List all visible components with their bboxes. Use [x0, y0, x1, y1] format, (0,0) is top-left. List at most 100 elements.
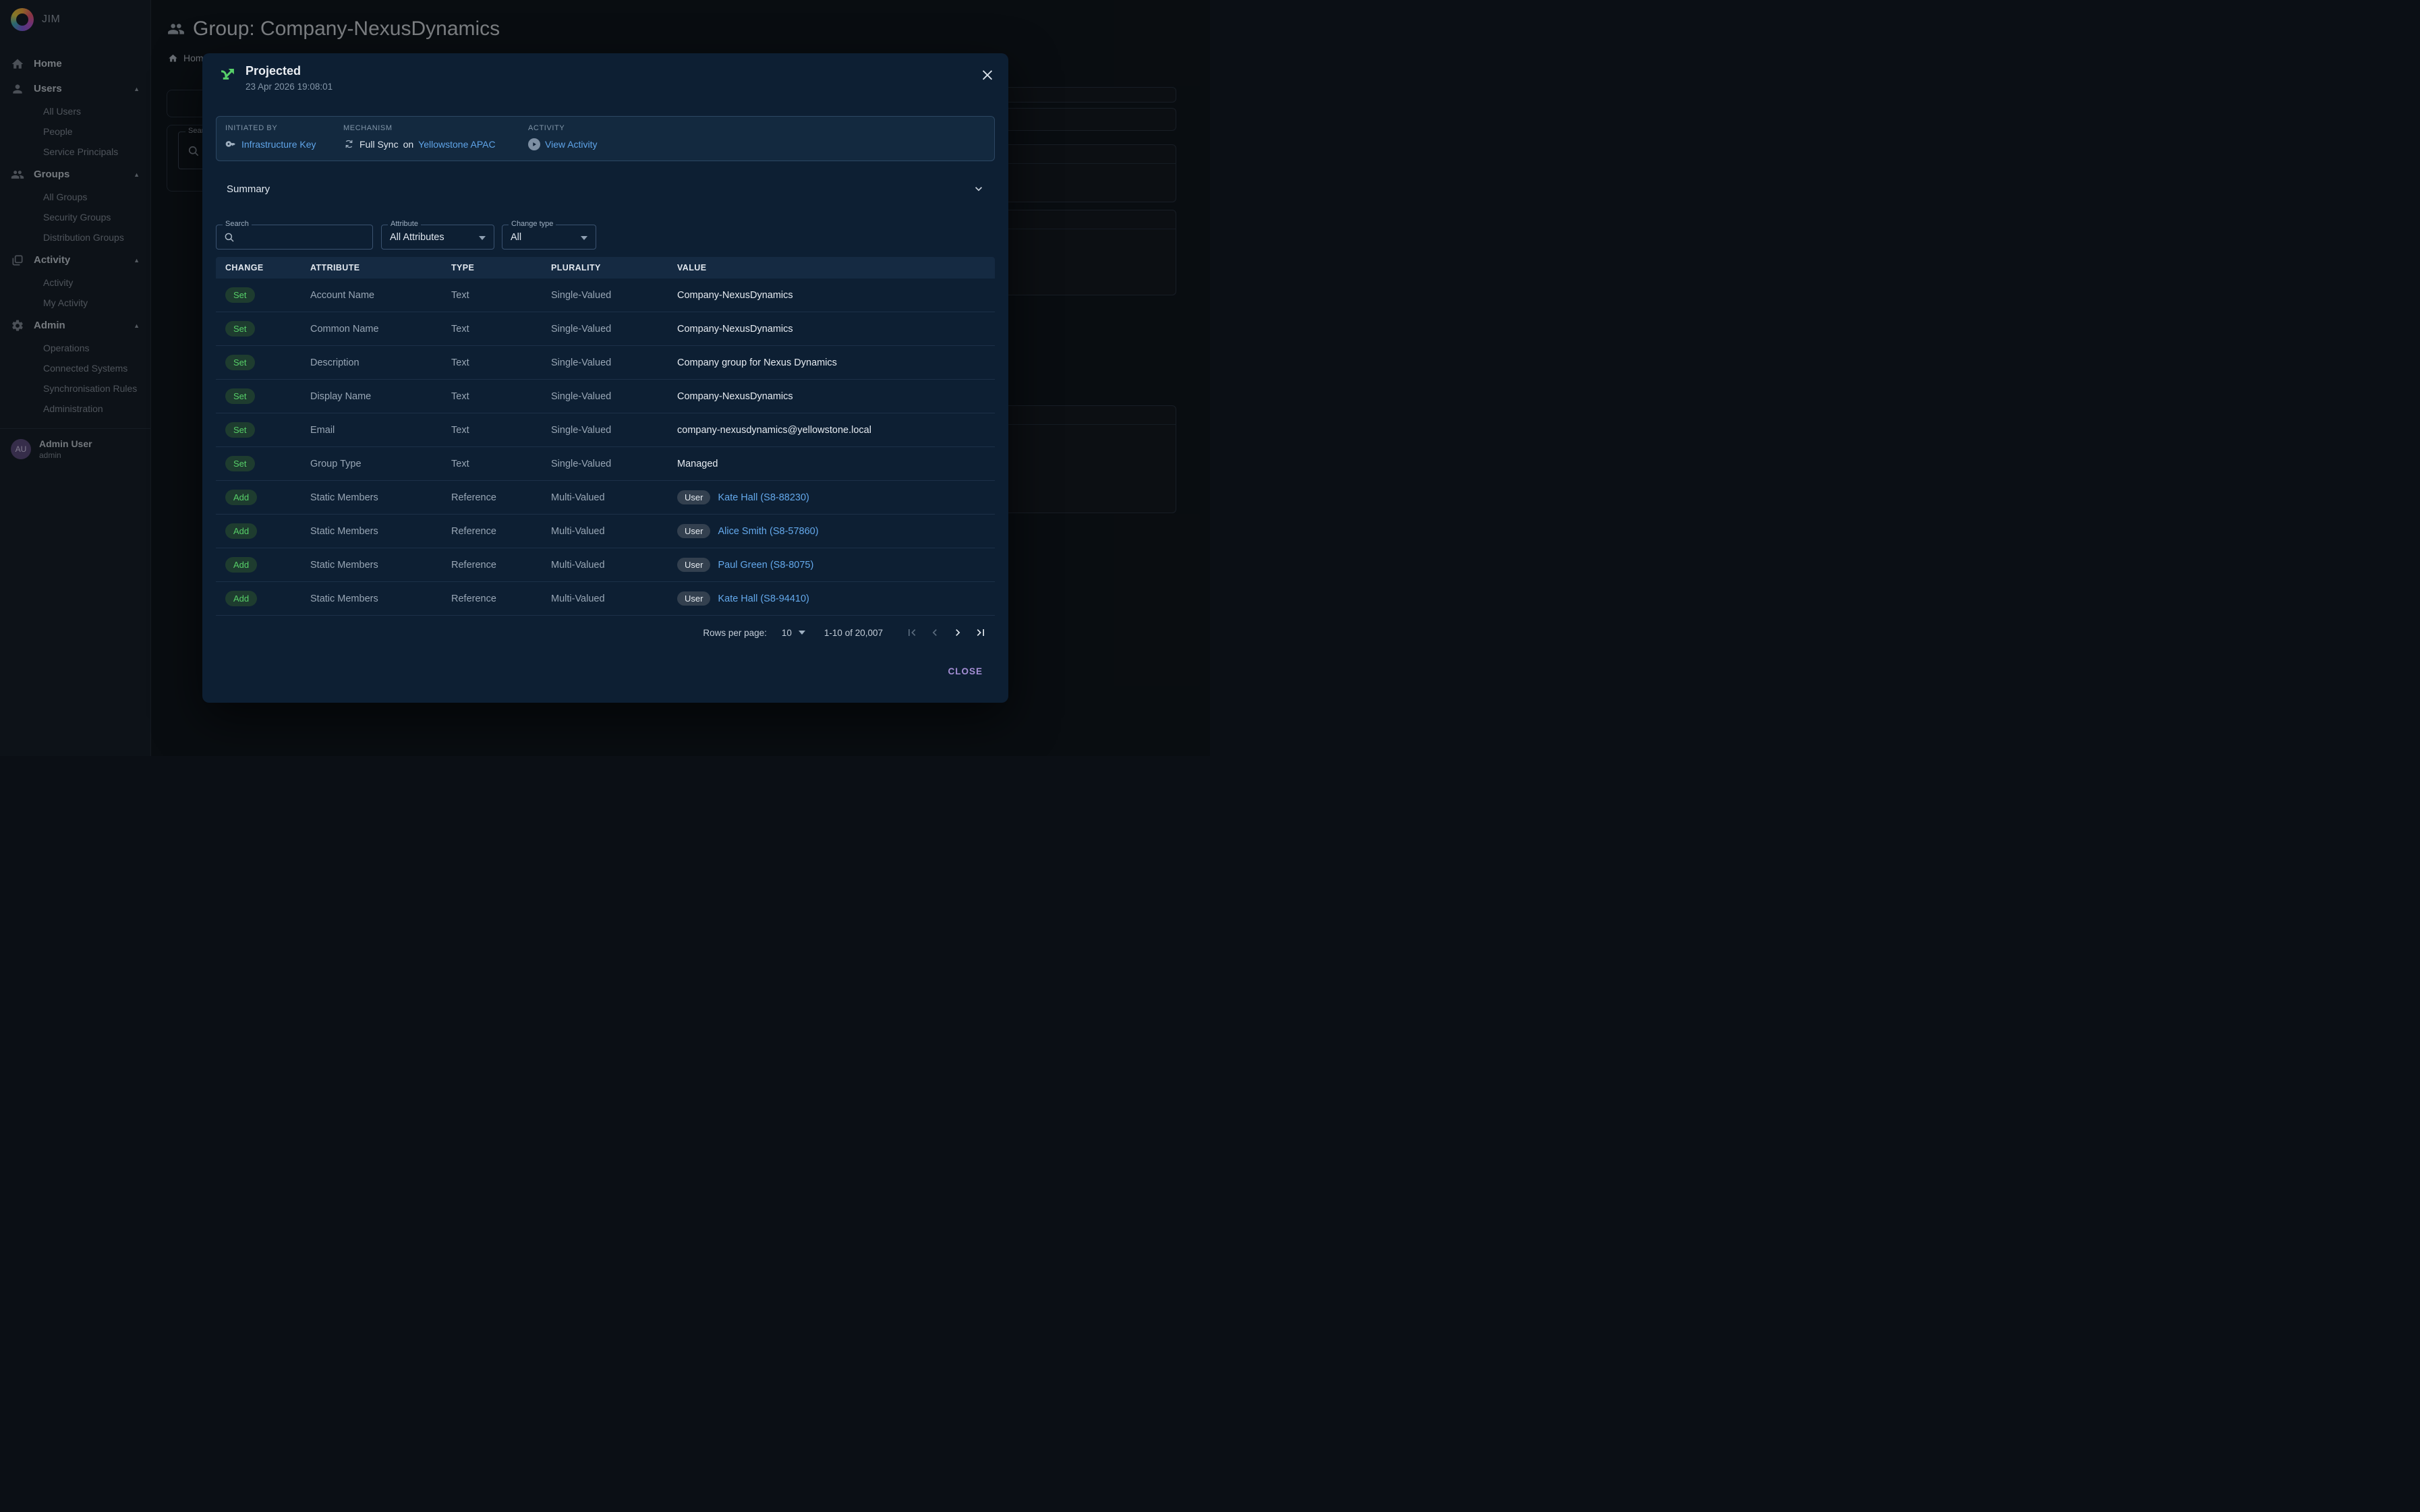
chevron-down-icon: [972, 182, 985, 196]
value-text: company-nexusdynamics@yellowstone.local: [677, 425, 871, 436]
search-input[interactable]: [241, 228, 368, 246]
close-icon[interactable]: [980, 67, 995, 82]
cell-type: Text: [451, 459, 551, 469]
key-icon: [225, 138, 237, 150]
cell-attribute: Static Members: [310, 492, 451, 503]
sync-icon: [343, 138, 355, 150]
next-page-button[interactable]: [946, 621, 969, 644]
screen: JIM Home Users ▲ All Users People Servic…: [0, 0, 1210, 756]
value-link[interactable]: Alice Smith (S8-57860): [718, 526, 818, 537]
table-row: Add Static Members Reference Multi-Value…: [216, 481, 995, 515]
cell-plurality: Multi-Valued: [551, 560, 677, 571]
change-type-select[interactable]: Change type All: [502, 225, 596, 250]
value-text: Company-NexusDynamics: [677, 290, 793, 301]
close-button[interactable]: CLOSE: [942, 662, 988, 680]
change-table: CHANGE ATTRIBUTE TYPE PLURALITY VALUE Se…: [216, 257, 995, 616]
table-row: Add Static Members Reference Multi-Value…: [216, 582, 995, 616]
change-table-body: Set Account Name Text Single-Valued Comp…: [216, 279, 995, 616]
cell-type: Reference: [451, 492, 551, 503]
cell-plurality: Single-Valued: [551, 459, 677, 469]
cell-value: UserKate Hall (S8-88230): [677, 490, 995, 504]
cell-attribute: Group Type: [310, 459, 451, 469]
change-badge: Add: [225, 490, 257, 505]
dropdown-caret-icon: [799, 631, 805, 635]
mechanism-connector: on: [403, 139, 414, 150]
value-text: Company-NexusDynamics: [677, 324, 793, 335]
cell-attribute: Static Members: [310, 593, 451, 604]
cell-type: Reference: [451, 560, 551, 571]
cell-value: User Paul Green (S8-8075): [677, 558, 995, 572]
cell-attribute: Account Name: [310, 290, 451, 301]
play-icon: [528, 138, 540, 150]
cell-plurality: Single-Valued: [551, 324, 677, 335]
branch-projected-icon: [219, 65, 237, 84]
mechanism-value: Full Sync: [359, 139, 399, 150]
rows-per-page-select[interactable]: 10: [782, 628, 805, 638]
first-page-button[interactable]: [900, 621, 923, 644]
summary-label: Summary: [227, 183, 270, 195]
user-chip: User: [677, 558, 710, 572]
summary-accordion[interactable]: Summary: [216, 179, 995, 199]
cell-attribute: Description: [310, 357, 451, 368]
attribute-select-value: All Attributes: [382, 232, 444, 243]
table-row: Set Account Name Text Single-Valued Comp…: [216, 279, 995, 312]
cell-type: Text: [451, 324, 551, 335]
cell-type: Text: [451, 290, 551, 301]
user-chip: User: [677, 591, 710, 606]
table-row: Set Common Name Text Single-Valued Compa…: [216, 312, 995, 346]
table-row: Add Static Members Reference Multi-Value…: [216, 548, 995, 582]
cell-attribute: Static Members: [310, 526, 451, 537]
activity-label: ACTIVITY: [528, 124, 598, 132]
projected-change-dialog: Projected 23 Apr 2026 19:08:01 INITIATED…: [202, 53, 1008, 703]
initiated-by-link[interactable]: Infrastructure Key: [241, 139, 316, 150]
cell-plurality: Single-Valued: [551, 391, 677, 402]
cell-value: company-nexusdynamics@yellowstone.local: [677, 425, 995, 436]
value-text: Company group for Nexus Dynamics: [677, 357, 837, 368]
table-row: Add Static Members Reference Multi-Value…: [216, 515, 995, 548]
initiation-info-panel: INITIATED BY Infrastructure Key MECHANIS…: [216, 116, 995, 161]
change-badge: Set: [225, 388, 255, 404]
value-text: Company-NexusDynamics: [677, 391, 793, 402]
change-table-header: CHANGE ATTRIBUTE TYPE PLURALITY VALUE: [216, 257, 995, 279]
view-activity-link[interactable]: View Activity: [545, 139, 598, 150]
cell-value: User Alice Smith (S8-57860): [677, 524, 995, 538]
cell-type: Reference: [451, 593, 551, 604]
cell-plurality: Single-Valued: [551, 357, 677, 368]
dropdown-caret-icon: [479, 236, 486, 240]
change-badge: Add: [225, 557, 257, 573]
cell-plurality: Single-Valued: [551, 290, 677, 301]
change-badge: Set: [225, 321, 255, 337]
table-row: Set Email Text Single-Valued company-nex…: [216, 413, 995, 447]
cell-type: Text: [451, 391, 551, 402]
search-icon: [223, 231, 235, 243]
cell-value: Company-NexusDynamics: [677, 391, 995, 402]
dialog-title: Projected: [246, 64, 301, 78]
attribute-select[interactable]: Attribute All Attributes: [381, 225, 494, 250]
user-chip: User: [677, 524, 710, 538]
pagination-bar: Rows per page: 10 1-10 of 20,007: [703, 620, 992, 645]
value-link[interactable]: Kate Hall (S8-94410): [718, 593, 809, 604]
dialog-timestamp: 23 Apr 2026 19:08:01: [246, 82, 333, 92]
cell-plurality: Multi-Valued: [551, 526, 677, 537]
change-badge: Add: [225, 591, 257, 606]
cell-value: Managed: [677, 459, 995, 469]
cell-type: Text: [451, 357, 551, 368]
cell-type: Text: [451, 425, 551, 436]
value-link[interactable]: Kate Hall (S8-88230): [718, 492, 809, 503]
cell-attribute: Display Name: [310, 391, 451, 402]
table-search-field[interactable]: Search: [216, 225, 373, 250]
dropdown-caret-icon: [581, 236, 587, 240]
change-badge: Set: [225, 287, 255, 303]
cell-plurality: Multi-Valued: [551, 492, 677, 503]
change-badge: Set: [225, 456, 255, 471]
value-link[interactable]: Paul Green (S8-8075): [718, 560, 813, 571]
change-badge: Set: [225, 422, 255, 438]
mechanism-target-link[interactable]: Yellowstone APAC: [418, 139, 495, 150]
rows-per-page-label: Rows per page:: [703, 628, 767, 638]
last-page-button[interactable]: [969, 621, 992, 644]
table-row: Set Display Name Text Single-Valued Comp…: [216, 380, 995, 413]
table-row: Set Group Type Text Single-Valued Manage…: [216, 447, 995, 481]
previous-page-button[interactable]: [923, 621, 946, 644]
cell-plurality: Multi-Valued: [551, 593, 677, 604]
change-badge: Add: [225, 523, 257, 539]
